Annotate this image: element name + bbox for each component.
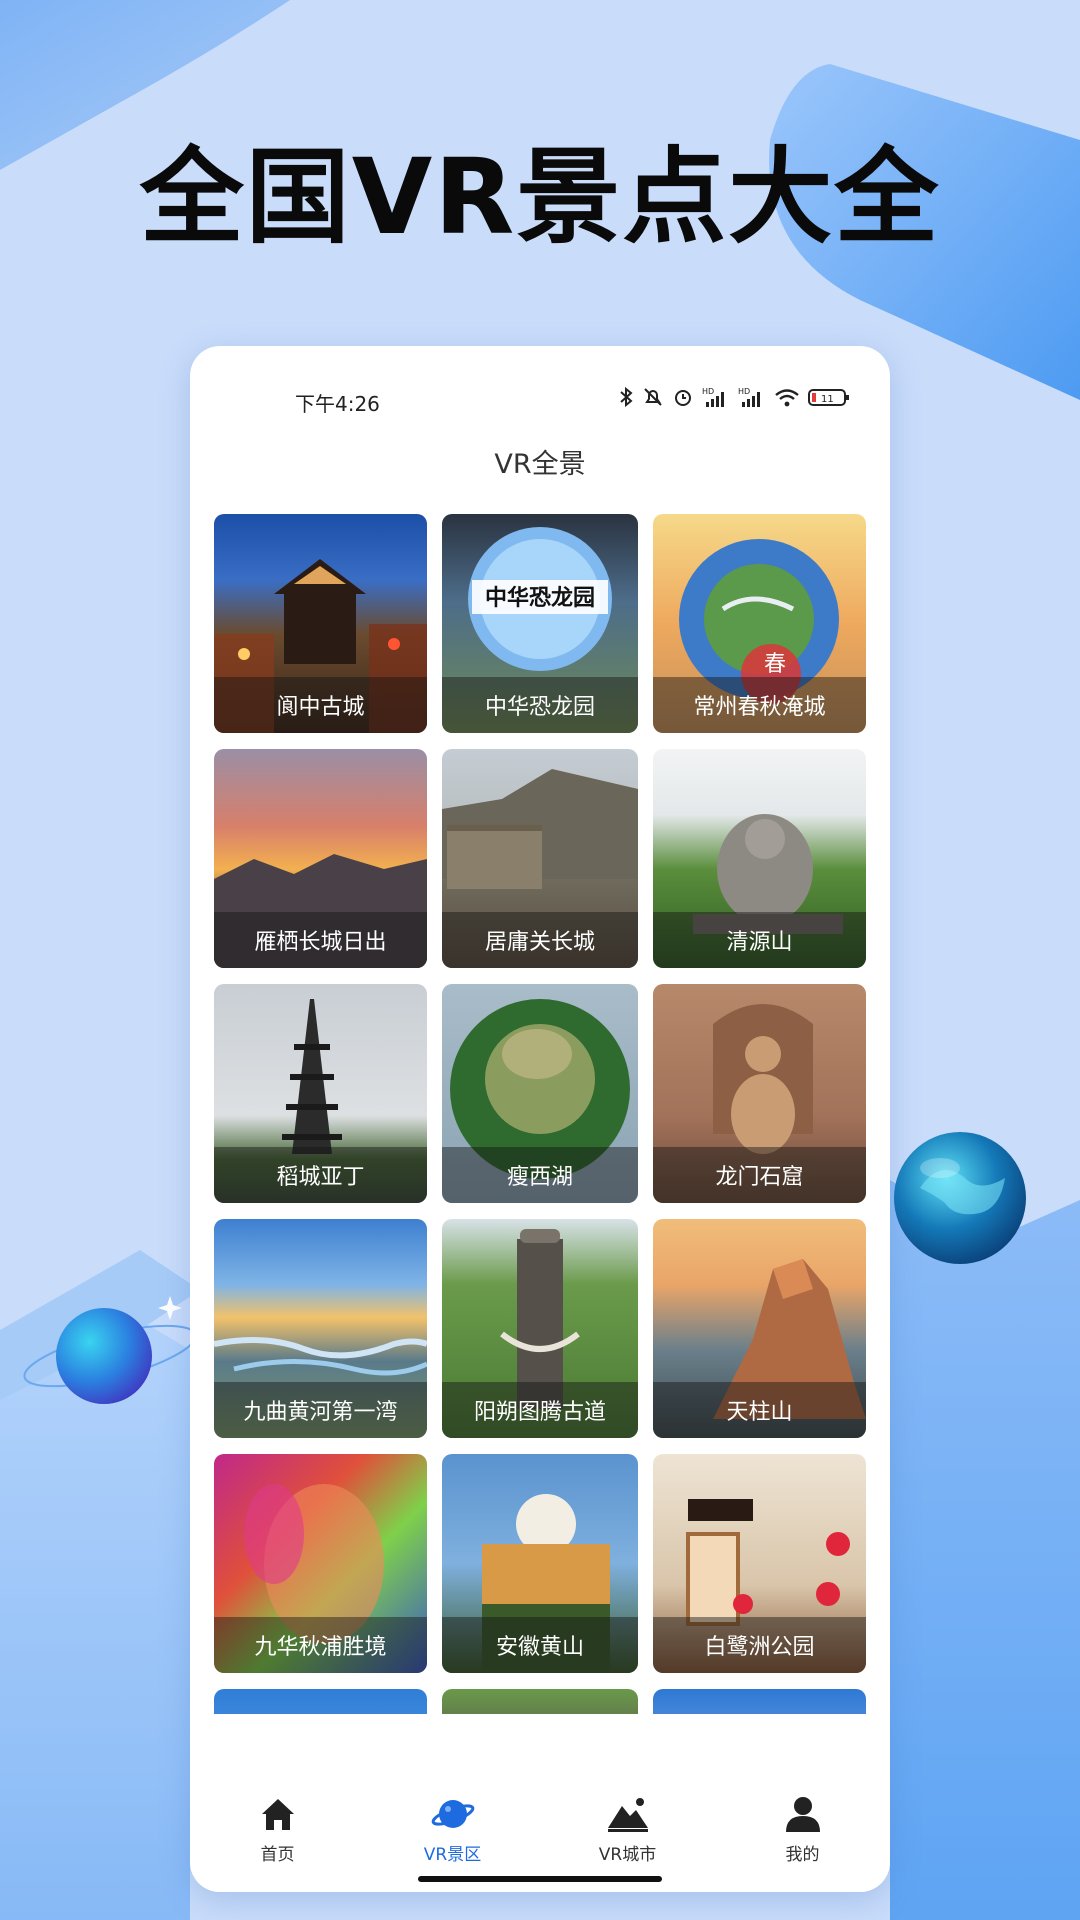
scenic-tile[interactable] bbox=[442, 1689, 638, 1714]
scenic-tile-label: 阳朔图腾古道 bbox=[442, 1382, 638, 1438]
tab-mine-label: 我的 bbox=[785, 1845, 820, 1865]
mute-bell-icon bbox=[644, 388, 662, 406]
scenic-tile-label: 居庸关长城 bbox=[442, 912, 638, 968]
planet-decoration-icon bbox=[23, 1296, 197, 1404]
globe-decoration-icon bbox=[894, 1132, 1026, 1264]
planet-icon bbox=[431, 1800, 474, 1828]
scenic-tile-label: 九曲黄河第一湾 bbox=[214, 1382, 427, 1438]
tab-mine[interactable]: 我的 bbox=[715, 1782, 890, 1892]
home-icon bbox=[261, 1799, 294, 1830]
scenic-tile-label: 瘦西湖 bbox=[442, 1147, 638, 1203]
phone-screen: 下午4:26 HD HD 11 VR全景 阆中古城 中华恐龙园 中华恐龙园 春 … bbox=[190, 346, 890, 1892]
scenic-tile-label: 九华秋浦胜境 bbox=[214, 1617, 427, 1673]
scenic-tile[interactable]: 中华恐龙园 中华恐龙园 bbox=[442, 514, 638, 733]
scenic-grid: 阆中古城 中华恐龙园 中华恐龙园 春 常州春秋淹城 雁栖长城日出 居庸关长城 清… bbox=[214, 514, 866, 1714]
tab-home[interactable]: 首页 bbox=[190, 1782, 365, 1892]
alarm-icon bbox=[675, 390, 691, 406]
scenic-tile-label: 稻城亚丁 bbox=[214, 1147, 427, 1203]
status-icons: HD HD 11 bbox=[618, 386, 850, 408]
scenic-tile[interactable]: 雁栖长城日出 bbox=[214, 749, 427, 968]
scenic-tile[interactable]: 九华秋浦胜境 bbox=[214, 1454, 427, 1673]
status-time: 下午4:26 bbox=[295, 392, 380, 416]
battery-level: 11 bbox=[821, 394, 834, 405]
scenic-tile-label: 龙门石窟 bbox=[653, 1147, 866, 1203]
scenic-tile[interactable]: 阳朔图腾古道 bbox=[442, 1219, 638, 1438]
scenic-tile[interactable]: 居庸关长城 bbox=[442, 749, 638, 968]
scenic-tile-label: 天柱山 bbox=[653, 1382, 866, 1438]
tab-home-label: 首页 bbox=[260, 1845, 295, 1865]
scenic-tile[interactable]: 春 常州春秋淹城 bbox=[653, 514, 866, 733]
wifi-icon bbox=[775, 389, 799, 407]
scenic-tile[interactable]: 九曲黄河第一湾 bbox=[214, 1219, 427, 1438]
scenic-tile-label: 安徽黄山 bbox=[442, 1617, 638, 1673]
scenic-tile-label: 中华恐龙园 bbox=[442, 677, 638, 733]
signal-hd-icon: HD bbox=[702, 387, 724, 407]
scenic-tile[interactable] bbox=[214, 1689, 427, 1714]
scenic-tile-label: 雁栖长城日出 bbox=[214, 912, 427, 968]
scenic-tile[interactable]: 清源山 bbox=[653, 749, 866, 968]
scenic-tile-label: 常州春秋淹城 bbox=[653, 677, 866, 733]
svg-text:HD: HD bbox=[702, 387, 714, 396]
svg-text:HD: HD bbox=[738, 387, 750, 396]
mountain-icon bbox=[607, 1798, 648, 1832]
tab-vr-scenic-label: VR景区 bbox=[423, 1845, 482, 1865]
scenic-tile[interactable]: 天柱山 bbox=[653, 1219, 866, 1438]
home-indicator[interactable] bbox=[418, 1876, 662, 1882]
scenic-tile-label: 阆中古城 bbox=[214, 677, 427, 733]
battery-icon: 11 bbox=[808, 389, 849, 406]
scenic-tile[interactable]: 龙门石窟 bbox=[653, 984, 866, 1203]
bluetooth-icon bbox=[620, 386, 633, 408]
scenic-tile[interactable]: 瘦西湖 bbox=[442, 984, 638, 1203]
signal-hd-icon-2: HD bbox=[738, 387, 760, 407]
status-bar: 下午4:26 HD HD 11 bbox=[190, 346, 890, 456]
svg-text:春: 春 bbox=[764, 652, 786, 677]
app-title: VR全景 bbox=[494, 449, 586, 480]
hero-title: 全国VR景点大全 bbox=[139, 136, 941, 258]
user-icon bbox=[785, 1797, 820, 1832]
svg-text:中华恐龙园: 中华恐龙园 bbox=[485, 585, 595, 611]
tab-vr-city-label: VR城市 bbox=[598, 1845, 657, 1865]
scenic-tile[interactable]: 阆中古城 bbox=[214, 514, 427, 733]
scenic-tile-label: 清源山 bbox=[653, 912, 866, 968]
scenic-tile[interactable]: 稻城亚丁 bbox=[214, 984, 427, 1203]
scenic-tile[interactable]: 白鹭洲公园 bbox=[653, 1454, 866, 1673]
scenic-tile-label: 白鹭洲公园 bbox=[653, 1617, 866, 1673]
scenic-tile[interactable] bbox=[653, 1689, 866, 1714]
scenic-tile[interactable]: 安徽黄山 bbox=[442, 1454, 638, 1673]
